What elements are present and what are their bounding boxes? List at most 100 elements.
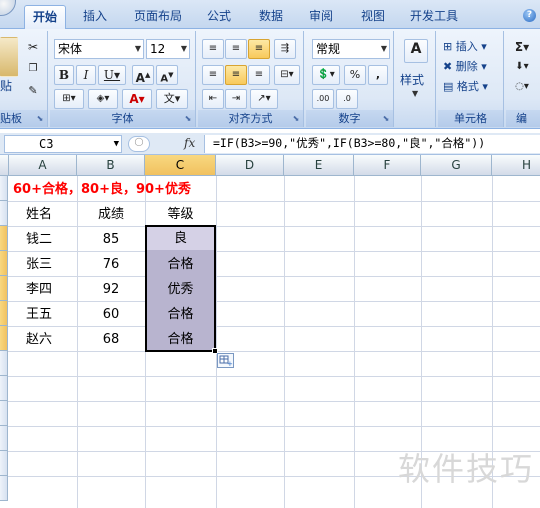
cell-name[interactable]: 钱二 [22,227,77,252]
clear-icon[interactable]: ◌▾ [510,77,534,97]
cell-name[interactable]: 赵六 [22,327,77,352]
percent-icon[interactable]: % [344,65,366,85]
cell-name[interactable]: 李四 [22,277,77,302]
clipboard-launcher-icon[interactable]: ⬊ [35,114,45,124]
column-header-c[interactable]: C [145,155,216,176]
tab-formulas[interactable]: 公式 [198,5,240,29]
cut-icon[interactable]: ✂ [24,37,42,57]
format-painter-icon[interactable]: ✎ [24,81,42,101]
row-header[interactable] [0,276,8,301]
paste-label[interactable]: 贴 [0,77,12,94]
worksheet-grid[interactable]: A B C D E F G H 60+合格，80+良，90+优秀 姓名 成绩 等… [0,155,540,508]
autosum-icon[interactable]: Σ▾ [510,37,534,57]
font-launcher-icon[interactable]: ⬊ [183,114,193,124]
font-size-combo[interactable]: 12 ▼ [146,39,190,59]
cell-grade[interactable]: 优秀 [145,277,216,302]
styles-button-label[interactable]: 样式 [400,71,424,88]
cell-a2-header[interactable]: 姓名 [22,202,77,227]
tab-data[interactable]: 数据 [250,5,292,29]
grow-font-button[interactable]: A▲ [132,65,154,85]
formula-input[interactable]: =IF(B3>=90,"优秀",IF(B3>=80,"良","合格")) [204,135,540,153]
align-center-icon[interactable]: ≡ [225,65,247,85]
tab-review[interactable]: 审阅 [300,5,342,29]
paste-icon[interactable] [0,37,18,77]
column-header-g[interactable]: G [421,155,492,176]
row-header[interactable] [0,401,8,426]
align-top-icon[interactable]: ≡ [202,39,224,59]
borders-icon[interactable]: ⊞▾ [54,89,84,109]
alignment-launcher-icon[interactable]: ⬊ [291,114,301,124]
decrease-decimal-icon[interactable]: .0 [336,89,358,109]
bold-button[interactable]: B [54,65,74,85]
column-header-e[interactable]: E [284,155,354,176]
align-left-icon[interactable]: ≡ [202,65,224,85]
merge-center-icon[interactable]: ⊟▾ [274,65,300,85]
align-bottom-icon[interactable]: ≡ [248,39,270,59]
row-header[interactable] [0,301,8,326]
row-header[interactable] [0,326,8,351]
row-header[interactable] [0,351,8,376]
row-header[interactable] [0,226,8,251]
insert-cells-button[interactable]: ⊞ 插入 ▾ [442,37,502,57]
tab-home[interactable]: 开始 [24,5,66,29]
align-middle-icon[interactable]: ≡ [225,39,247,59]
cell-score[interactable]: 92 [77,277,145,302]
shrink-font-button[interactable]: A▼ [156,65,178,85]
row-header[interactable] [0,476,8,501]
row-header[interactable] [0,426,8,451]
cell-grade[interactable]: 合格 [145,327,216,352]
format-cells-button[interactable]: ▤ 格式 ▾ [442,77,502,97]
column-header-d[interactable]: D [216,155,284,176]
font-color-icon[interactable]: A▾ [122,89,152,109]
cell-name[interactable]: 张三 [22,252,77,277]
cell-grade-active[interactable]: 良 [147,227,214,250]
increase-decimal-icon[interactable]: .00 [312,89,334,109]
cell-c2-header[interactable]: 等级 [145,202,216,227]
comma-icon[interactable]: , [368,65,388,85]
column-header-b[interactable]: B [77,155,145,176]
row-header[interactable] [0,451,8,476]
tab-view[interactable]: 视图 [352,5,394,29]
tab-developer[interactable]: 开发工具 [402,5,466,29]
tab-page-layout[interactable]: 页面布局 [128,5,188,29]
cell-score[interactable]: 85 [77,227,145,252]
styles-icon[interactable]: A [404,39,428,63]
column-header-f[interactable]: F [354,155,421,176]
row-header[interactable] [0,176,8,201]
cell-name[interactable]: 王五 [22,302,77,327]
tab-insert[interactable]: 插入 [74,5,116,29]
row-header[interactable] [0,251,8,276]
office-button[interactable] [0,0,16,16]
auto-fill-options-icon[interactable]: + [217,353,234,368]
cell-grade[interactable]: 合格 [145,302,216,327]
italic-button[interactable]: I [76,65,96,85]
wrap-text-icon[interactable]: ⇶ [274,39,296,59]
number-launcher-icon[interactable]: ⬊ [381,114,391,124]
cell-b2-header[interactable]: 成绩 [77,202,145,227]
increase-indent-icon[interactable]: ⇥ [225,89,247,109]
fill-icon[interactable]: ⬇▾ [510,57,534,77]
cell-score[interactable]: 60 [77,302,145,327]
number-format-combo[interactable]: 常规 ▼ [312,39,390,59]
align-right-icon[interactable]: ≡ [248,65,270,85]
decrease-indent-icon[interactable]: ⇤ [202,89,224,109]
copy-icon[interactable]: ❐ [24,59,42,79]
row-header[interactable] [0,201,8,226]
row-header[interactable] [0,376,8,401]
select-all-corner[interactable] [0,155,9,176]
cell-grade[interactable]: 合格 [145,252,216,277]
currency-icon[interactable]: 💲▾ [312,65,340,85]
cell-score[interactable]: 68 [77,327,145,352]
underline-button[interactable]: U▾ [98,65,126,85]
orientation-icon[interactable]: ↗▾ [250,89,278,109]
cell-score[interactable]: 76 [77,252,145,277]
fill-color-icon[interactable]: ◈▾ [88,89,118,109]
help-icon[interactable]: ? [523,9,536,22]
font-name-combo[interactable]: 宋体 ▼ [54,39,144,59]
column-header-a[interactable]: A [9,155,77,176]
cell-a1-note[interactable]: 60+合格，80+良，90+优秀 [9,177,229,202]
name-box[interactable]: C3 ▼ [4,135,122,153]
phonetic-icon[interactable]: 文▾ [156,89,188,109]
column-header-h[interactable]: H [492,155,540,176]
formula-bar-splitter[interactable]: ◯ [128,136,150,152]
